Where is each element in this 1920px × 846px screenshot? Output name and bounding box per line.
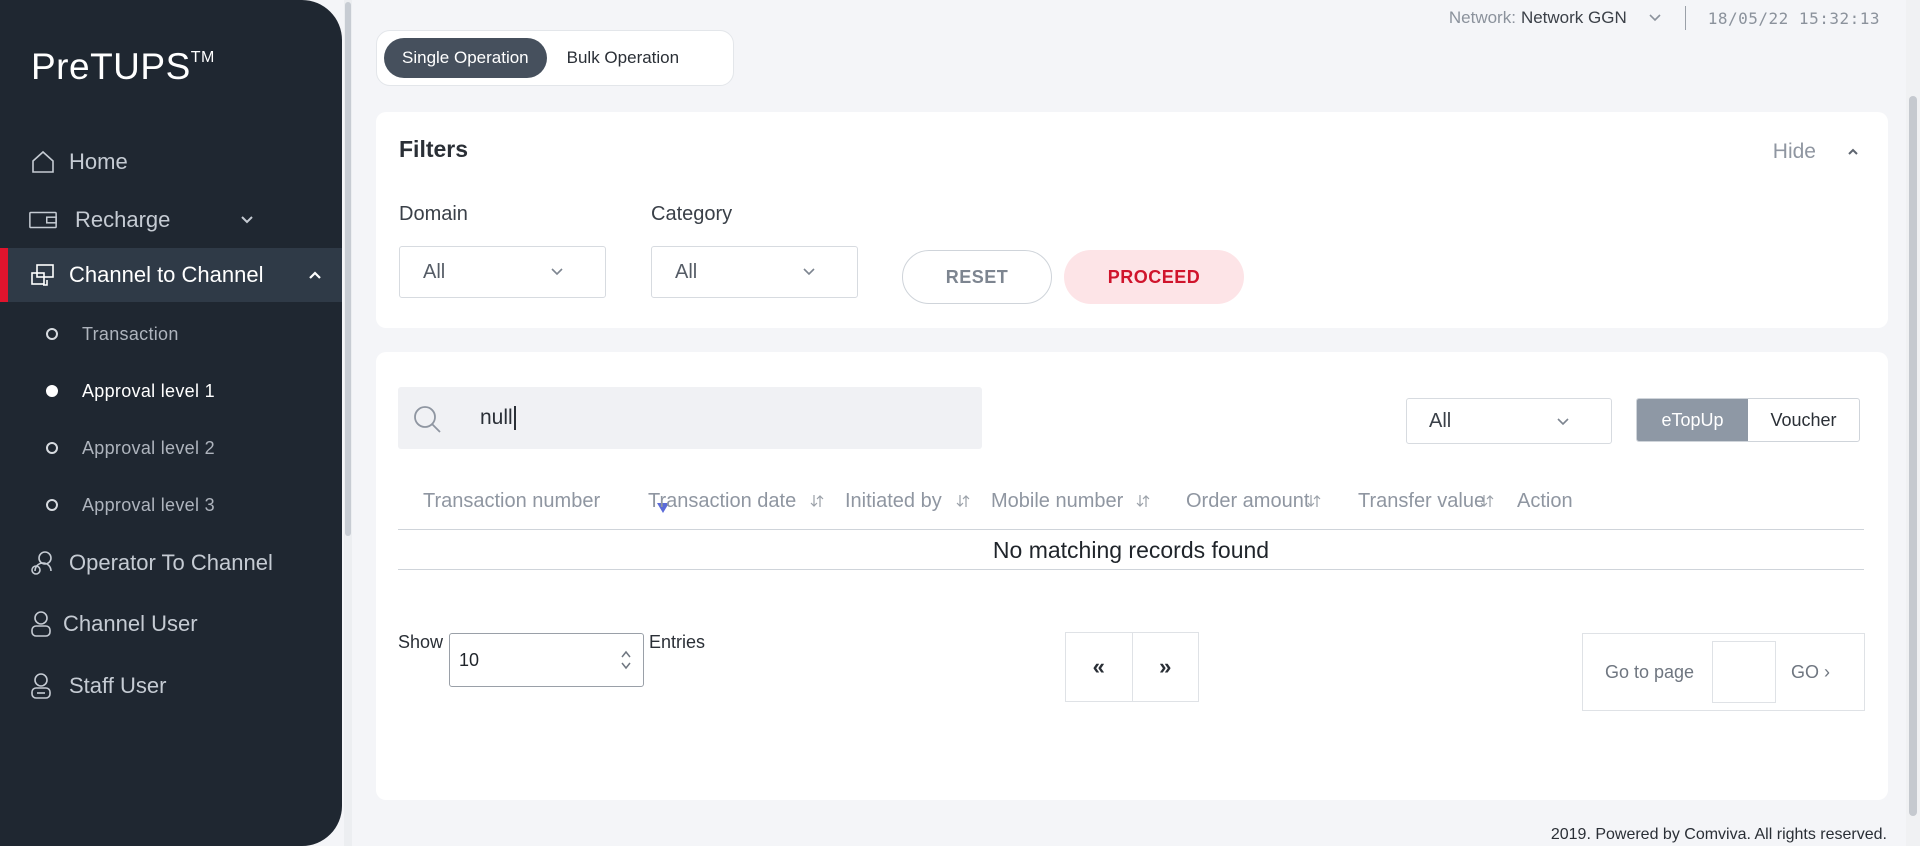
header-bar: Network: Network GGN 18/05/22 15:32:13 xyxy=(1449,4,1880,32)
operation-tabs: Single Operation Bulk Operation xyxy=(376,30,734,86)
goto-label: Go to page xyxy=(1605,661,1695,682)
user-icon xyxy=(26,609,56,639)
scrollbar-thumb[interactable] xyxy=(1909,96,1917,816)
empty-message: No matching records found xyxy=(398,532,1864,570)
next-page-button[interactable]: » xyxy=(1131,633,1199,701)
sidebar-item-channel-to-channel[interactable]: Channel to Channel xyxy=(0,248,342,302)
wallet-icon xyxy=(28,205,58,235)
sort-icon[interactable] xyxy=(956,494,970,508)
reset-button[interactable]: RESET xyxy=(902,250,1052,304)
sidebar-subitem-transaction[interactable]: Transaction xyxy=(0,314,342,354)
domain-value: All xyxy=(423,260,446,283)
sort-icon[interactable] xyxy=(1136,494,1150,508)
sidebar-item-label: Operator To Channel xyxy=(69,550,273,575)
page-scrollbar[interactable] xyxy=(1906,0,1920,846)
chevron-down-icon xyxy=(241,216,253,224)
scrollbar-thumb[interactable] xyxy=(345,2,351,536)
tab-single-operation[interactable]: Single Operation xyxy=(384,38,547,78)
datetime: 18/05/22 15:32:13 xyxy=(1707,8,1880,28)
sidebar-subitem-label: Approval level 1 xyxy=(82,380,215,401)
sidebar-item-home[interactable]: Home xyxy=(0,135,342,189)
network-select[interactable]: Network GGN xyxy=(1521,8,1627,28)
chevron-down-icon xyxy=(1557,418,1569,426)
proceed-button[interactable]: PROCEED xyxy=(1064,250,1244,304)
entries-label: Entries xyxy=(649,632,706,652)
chevron-down-icon xyxy=(803,268,815,276)
network-label: Network: xyxy=(1448,8,1516,27)
go-button[interactable]: GO › xyxy=(1791,662,1830,683)
search-input[interactable]: null xyxy=(398,387,982,449)
sidebar-subitem-approval-level-2[interactable]: Approval level 2 xyxy=(0,428,342,468)
category-select[interactable]: All xyxy=(651,246,858,298)
divider xyxy=(1684,6,1686,30)
chevron-down-icon xyxy=(551,268,563,276)
sidebar-item-label: Channel User xyxy=(63,611,198,636)
pagination: « » xyxy=(1065,632,1199,702)
footer-text: 2019. Powered by Comviva. All rights res… xyxy=(1550,826,1887,843)
bullet-icon xyxy=(46,499,58,511)
sort-icon[interactable] xyxy=(810,494,824,508)
stepper-arrows-icon[interactable] xyxy=(619,648,633,672)
transfer-icon xyxy=(28,260,58,290)
results-card: null All eTopUp Voucher Transaction numb… xyxy=(376,352,1888,800)
table-header: Transaction number Transaction date Init… xyxy=(398,472,1864,530)
chevron-up-icon xyxy=(309,271,321,279)
sidebar-item-channel-user[interactable]: Channel User xyxy=(0,597,342,651)
filters-card: Filters Hide Domain All Category All RES… xyxy=(376,112,1888,328)
filters-title: Filters xyxy=(399,136,469,162)
toggle-voucher[interactable]: Voucher xyxy=(1748,399,1859,441)
sidebar-item-operator-to-channel[interactable]: Operator To Channel xyxy=(0,536,342,590)
domain-label: Domain xyxy=(399,203,468,225)
sidebar-subitem-label: Transaction xyxy=(82,323,179,344)
bullet-icon xyxy=(46,442,58,454)
sidebar-item-staff-user[interactable]: Staff User xyxy=(0,659,342,713)
sidebar-subitem-label: Approval level 3 xyxy=(82,494,215,515)
chevron-down-icon[interactable] xyxy=(1647,10,1663,26)
bullet-icon xyxy=(46,328,58,340)
column-action: Action xyxy=(1517,489,1573,512)
sort-icon[interactable] xyxy=(1307,494,1321,508)
operator-icon xyxy=(28,548,58,578)
type-value: All xyxy=(1429,409,1452,432)
column-transfer-value[interactable]: Transfer value xyxy=(1358,472,1485,530)
sidebar-subitem-label: Approval level 2 xyxy=(82,437,215,458)
sidebar-item-label: Recharge xyxy=(75,207,171,232)
hide-label: Hide xyxy=(1772,140,1816,163)
category-value: All xyxy=(675,260,698,283)
search-icon xyxy=(414,406,441,433)
domain-select[interactable]: All xyxy=(399,246,606,298)
product-toggle: eTopUp Voucher xyxy=(1636,398,1860,442)
bullet-icon xyxy=(46,385,58,397)
sidebar-item-label: Home xyxy=(69,149,128,174)
search-value: null xyxy=(480,406,516,430)
column-transaction-number[interactable]: Transaction number xyxy=(423,472,600,530)
sidebar-subitem-approval-level-3[interactable]: Approval level 3 xyxy=(0,485,342,525)
type-select[interactable]: All xyxy=(1406,398,1612,444)
show-label: Show xyxy=(398,632,444,652)
entries-value: 10 xyxy=(459,649,480,670)
goto-page: Go to page GO › xyxy=(1582,633,1865,711)
toggle-etopup[interactable]: eTopUp xyxy=(1637,399,1748,441)
tab-bulk-operation[interactable]: Bulk Operation xyxy=(549,38,697,78)
sidebar-scrollbar[interactable] xyxy=(344,0,352,846)
chevron-up-icon xyxy=(1848,148,1858,155)
column-order-amount[interactable]: Order amount xyxy=(1186,472,1309,530)
prev-page-button[interactable]: « xyxy=(1066,633,1132,701)
staff-icon xyxy=(26,671,56,701)
app-logo[interactable]: PreTUPSTM xyxy=(31,46,215,88)
home-icon xyxy=(28,147,58,177)
column-initiated-by[interactable]: Initiated by xyxy=(845,472,942,530)
column-mobile-number[interactable]: Mobile number xyxy=(991,472,1123,530)
sort-icon[interactable] xyxy=(1480,494,1494,508)
category-label: Category xyxy=(651,203,733,225)
entries-stepper[interactable]: 10 xyxy=(449,633,644,687)
column-transaction-date[interactable]: Transaction date xyxy=(648,472,796,530)
page-number-input[interactable] xyxy=(1712,641,1776,703)
hide-filters-button[interactable]: Hide xyxy=(1773,140,1860,164)
sidebar-subitem-approval-level-1[interactable]: Approval level 1 xyxy=(0,371,342,411)
sidebar-item-label: Staff User xyxy=(69,673,167,698)
sidebar: PreTUPSTM Home Recharge Channel to Chann… xyxy=(0,0,342,846)
sidebar-item-recharge[interactable]: Recharge xyxy=(0,193,342,247)
sidebar-item-label: Channel to Channel xyxy=(69,262,264,287)
